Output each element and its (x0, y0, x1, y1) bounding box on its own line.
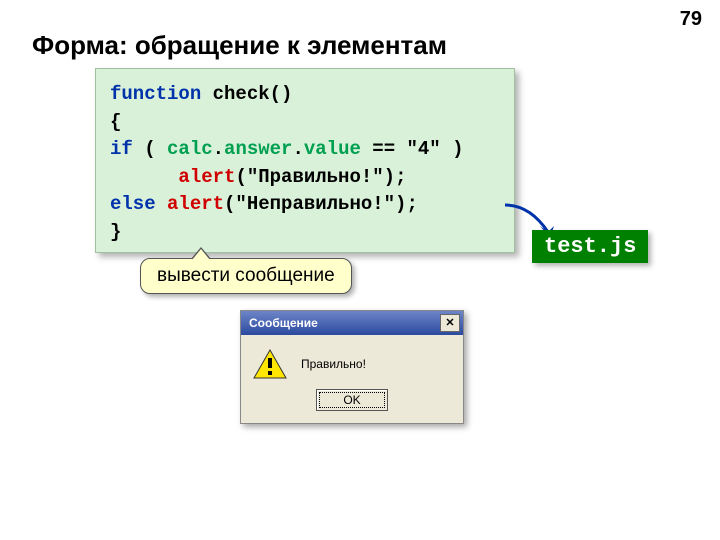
close-icon: ✕ (445, 318, 454, 329)
code-line: } (110, 219, 500, 247)
code-text: ("Правильно!"); (235, 166, 406, 188)
dialog-title: Сообщение (249, 316, 318, 330)
code-text: . (292, 138, 303, 160)
warning-icon (253, 349, 287, 379)
code-text: == "4" ) (361, 138, 464, 160)
callout-text: вывести сообщение (157, 265, 335, 286)
token-value: value (304, 138, 361, 160)
code-line: else alert("Неправильно!"); (110, 191, 500, 219)
code-text: ( (133, 138, 167, 160)
keyword-else: else (110, 193, 156, 215)
alert-dialog: Сообщение ✕ Правильно! OK (240, 310, 464, 424)
code-text: ("Неправильно!"); (224, 193, 418, 215)
dialog-message: Правильно! (301, 357, 366, 371)
dialog-body: Правильно! (241, 335, 463, 389)
token-answer: answer (224, 138, 292, 160)
page-title: Форма: обращение к элементам (32, 30, 447, 61)
keyword-function: function (110, 83, 201, 105)
token-alert: alert (167, 193, 224, 215)
code-text (156, 193, 167, 215)
page-number: 79 (680, 8, 702, 31)
dialog-buttons: OK (241, 389, 463, 423)
callout: вывести сообщение (140, 258, 352, 294)
dialog-titlebar: Сообщение ✕ (241, 311, 463, 335)
token-alert: alert (178, 166, 235, 188)
code-block: function check() { if ( calc.answer.valu… (95, 68, 515, 253)
ok-button[interactable]: OK (316, 389, 388, 411)
code-line: { (110, 109, 500, 137)
code-line: if ( calc.answer.value == "4" ) (110, 136, 500, 164)
keyword-if: if (110, 138, 133, 160)
close-button[interactable]: ✕ (440, 314, 460, 332)
filename-badge: test.js (532, 230, 648, 263)
code-line: alert("Правильно!"); (110, 164, 500, 192)
code-indent (110, 166, 178, 188)
token-calc: calc (167, 138, 213, 160)
code-text: . (213, 138, 224, 160)
fn-name: check() (201, 83, 292, 105)
code-line: function check() (110, 81, 500, 109)
